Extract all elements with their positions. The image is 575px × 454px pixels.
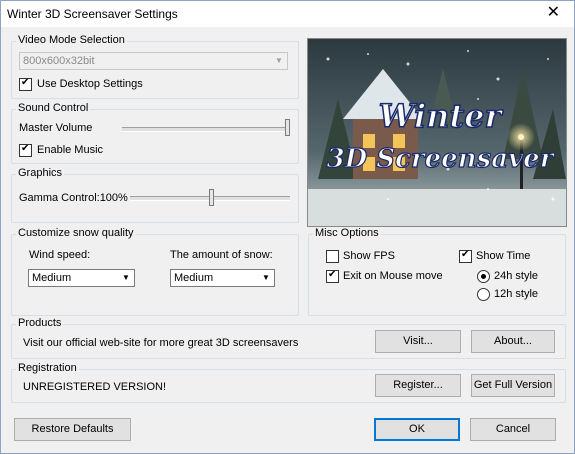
- show-fps-label: Show FPS: [343, 250, 395, 262]
- chevron-down-icon: ▼: [122, 273, 130, 282]
- time-style-12h-radio[interactable]: [477, 288, 490, 301]
- screensaver-preview-image: Winter 3D Screensaver: [307, 38, 567, 227]
- wind-speed-value: Medium: [32, 272, 72, 284]
- show-time-label: Show Time: [476, 250, 531, 262]
- graphics-group: Graphics Gamma Control:100%: [11, 167, 299, 223]
- ok-button[interactable]: OK: [374, 418, 460, 441]
- chevron-down-icon: ▼: [262, 273, 270, 282]
- exit-on-mouse-label: Exit on Mouse move: [343, 270, 443, 282]
- register-button[interactable]: Register...: [375, 374, 461, 397]
- close-icon[interactable]: ✕: [547, 4, 560, 22]
- master-volume-label: Master Volume: [19, 122, 93, 134]
- products-text: Visit our official web-site for more gre…: [23, 337, 299, 349]
- settings-window: Winter 3D Screensaver Settings ✕ Video M…: [0, 0, 575, 454]
- use-desktop-checkbox[interactable]: [19, 77, 32, 91]
- banner-title-line1: Winter: [379, 97, 504, 135]
- about-button[interactable]: About...: [471, 330, 555, 353]
- master-volume-slider[interactable]: [285, 119, 290, 136]
- show-time-checkbox[interactable]: [459, 249, 472, 263]
- visit-button[interactable]: Visit...: [375, 330, 461, 353]
- wind-speed-label: Wind speed:: [29, 249, 91, 261]
- misc-options-group: Misc Options Show FPS Show Time Exit on …: [308, 227, 566, 316]
- banner-title-line2: 3D Screensaver: [327, 144, 556, 174]
- registration-legend: Registration: [16, 362, 79, 374]
- snow-amount-value: Medium: [174, 272, 214, 284]
- window-title: Winter 3D Screensaver Settings: [7, 7, 178, 21]
- time-style-12h-label: 12h style: [494, 288, 539, 300]
- time-style-24h-radio[interactable]: [477, 270, 490, 283]
- chevron-down-icon: ▼: [275, 56, 283, 65]
- snow-quality-legend: Customize snow quality: [16, 227, 136, 239]
- products-legend: Products: [16, 317, 64, 329]
- video-mode-legend: Video Mode Selection: [16, 34, 127, 46]
- wind-speed-select[interactable]: Medium ▼: [28, 269, 135, 287]
- video-mode-value: 800x600x32bit: [23, 55, 95, 67]
- use-desktop-label: Use Desktop Settings: [37, 78, 143, 90]
- registration-status: UNREGISTERED VERSION!: [23, 381, 167, 393]
- master-volume-track: [122, 127, 290, 132]
- time-style-24h-label: 24h style: [494, 270, 539, 282]
- enable-music-checkbox[interactable]: [19, 143, 32, 157]
- get-full-version-button[interactable]: Get Full Version: [471, 374, 555, 397]
- restore-defaults-button[interactable]: Restore Defaults: [14, 418, 131, 441]
- exit-on-mouse-checkbox[interactable]: [326, 269, 339, 283]
- snow-amount-select[interactable]: Medium ▼: [170, 269, 275, 287]
- sound-control-legend: Sound Control: [16, 102, 91, 114]
- gamma-label: Gamma Control:100%: [19, 192, 128, 204]
- show-fps-checkbox[interactable]: [326, 250, 339, 263]
- misc-options-legend: Misc Options: [313, 227, 381, 239]
- snow-quality-group: Customize snow quality Wind speed: Mediu…: [11, 227, 299, 316]
- title-bar: Winter 3D Screensaver Settings ✕: [1, 1, 574, 27]
- enable-music-label: Enable Music: [37, 144, 104, 156]
- products-group: Products Visit our official web-site for…: [11, 317, 566, 359]
- gamma-slider[interactable]: [209, 189, 214, 206]
- sound-control-group: Sound Control Master Volume Enable Music: [11, 102, 299, 164]
- graphics-legend: Graphics: [16, 167, 65, 179]
- cancel-button[interactable]: Cancel: [470, 418, 556, 441]
- registration-group: Registration UNREGISTERED VERSION! Regis…: [11, 362, 566, 403]
- video-mode-group: Video Mode Selection 800x600x32bit ▼ Use…: [11, 34, 299, 99]
- video-mode-select: 800x600x32bit ▼: [19, 52, 288, 70]
- snow-amount-label: The amount of snow:: [170, 249, 273, 261]
